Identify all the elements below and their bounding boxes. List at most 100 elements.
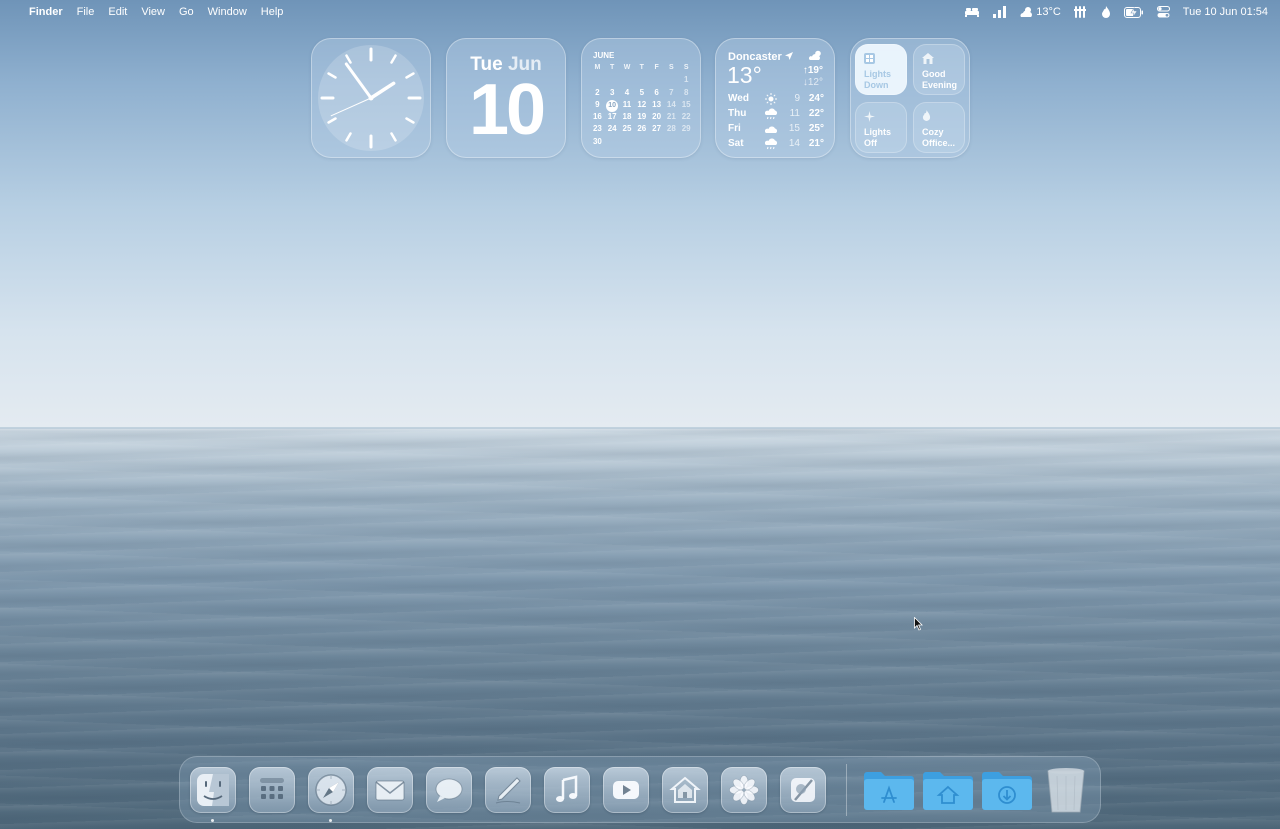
calendar-weekday-header: W <box>623 64 631 71</box>
running-indicator <box>211 819 214 822</box>
dock-home[interactable] <box>662 767 708 813</box>
forecast-low: 14 <box>788 138 800 149</box>
mouse-pointer-icon <box>914 616 924 636</box>
forecast-high: 21° <box>808 138 824 149</box>
messages-bubble-icon <box>435 778 463 802</box>
calendar-day: 7 <box>669 87 674 97</box>
analog-clock-face <box>318 45 424 151</box>
app-menu-finder[interactable]: Finder <box>29 6 63 18</box>
scene-icon <box>864 51 875 69</box>
calendar-blank-cell <box>605 74 620 86</box>
home-scenes-widget: Lights Down Good Evening Lights Off Cozy Off… <box>850 38 970 158</box>
dock-capture-app[interactable] <box>780 767 826 813</box>
menu-help[interactable]: Help <box>261 6 284 18</box>
weather-status-item[interactable]: 13°C <box>1019 4 1061 20</box>
weather-forecast-list: Wed 9 24° Thu 11 22° Fri 15 25° Sat 14 2… <box>728 91 824 151</box>
calendar-day: 12 <box>637 99 647 109</box>
scene-tile-good-evening[interactable]: Good Evening <box>913 44 965 95</box>
calendar-weekday-header: T <box>639 64 644 71</box>
home-folder-icon <box>923 772 973 810</box>
calendar-day: 24 <box>607 124 617 134</box>
scene-label: Good Evening <box>922 69 958 90</box>
horizon-line <box>0 427 1280 429</box>
control-center-icon[interactable] <box>1156 4 1170 20</box>
dock-freeform[interactable] <box>485 767 531 813</box>
flame-icon <box>922 109 931 127</box>
calendar-weekday-header: F <box>654 64 659 71</box>
calendar-grid: M T W T F S S 1 2 3 4 5 6 7 8 9 10 11 12 13 14 15 16 17 18 19 20 21… <box>590 62 694 148</box>
weather-high-value: 19° <box>807 65 823 76</box>
calendar-day: 21 <box>666 112 676 122</box>
dock-finder[interactable] <box>190 767 236 813</box>
weather-current-temp: 13° <box>727 62 762 88</box>
menu-clock[interactable]: Tue 10 Jun 01:54 <box>1183 6 1268 18</box>
dock-home-folder[interactable] <box>921 767 975 813</box>
dock-photos[interactable] <box>721 767 767 813</box>
scene-label: Cozy Office... <box>922 127 956 148</box>
applications-folder-icon <box>864 772 914 810</box>
dock-safari[interactable] <box>308 767 354 813</box>
scene-tile-lights-off[interactable]: Lights Off <box>855 102 907 153</box>
calendar-day: 28 <box>666 124 676 134</box>
weather-icon <box>1020 7 1033 17</box>
menu-view[interactable]: View <box>141 6 165 18</box>
rain-icon <box>760 138 782 150</box>
menu-go[interactable]: Go <box>179 6 194 18</box>
weather-low-value: 12° <box>807 77 823 88</box>
menu-window[interactable]: Window <box>208 6 247 18</box>
sun-icon <box>760 92 782 105</box>
trash-can-icon <box>1047 768 1085 813</box>
battery-charging-icon[interactable] <box>1123 4 1144 20</box>
dock-messages[interactable] <box>426 767 472 813</box>
flame-icon[interactable] <box>1101 4 1111 20</box>
clock-widget[interactable] <box>311 38 431 158</box>
partly-cloudy-icon <box>809 50 821 60</box>
calendar-day: 13 <box>652 99 662 109</box>
calendar-day: 30 <box>592 136 602 146</box>
scene-label: Lights Off <box>864 127 891 148</box>
location-arrow-icon <box>784 52 793 60</box>
launchpad-grid-icon <box>260 778 284 799</box>
weather-widget[interactable]: Doncaster 13° ↑19° ↓12° Wed 9 24° Thu 11… <box>715 38 835 158</box>
dock-downloads-folder[interactable] <box>980 767 1034 813</box>
calendar-day: 23 <box>592 124 602 134</box>
calendar-day: 3 <box>609 87 615 97</box>
calendar-day-today: 10 <box>605 99 620 112</box>
calendar-blank-cell <box>634 74 649 86</box>
forecast-row: Sat 14 21° <box>728 136 824 151</box>
forecast-low: 15 <box>788 123 800 134</box>
cloud-icon <box>760 124 782 134</box>
calendar-blank-cell <box>620 74 635 86</box>
music-note-icon <box>556 775 578 802</box>
bed-icon[interactable] <box>964 4 980 20</box>
forecast-high: 24° <box>808 93 824 104</box>
rain-icon <box>760 108 782 120</box>
calendar-day: 26 <box>637 124 647 134</box>
scene-label: Lights Down <box>864 69 891 90</box>
scene-tile-cozy-office[interactable]: Cozy Office... <box>913 102 965 153</box>
dock-youtube[interactable] <box>603 767 649 813</box>
dock-mail[interactable] <box>367 767 413 813</box>
forecast-day: Fri <box>728 123 741 134</box>
forecast-low: 11 <box>789 108 800 119</box>
dock-music[interactable] <box>544 767 590 813</box>
dock-launchpad[interactable] <box>249 767 295 813</box>
fork-knife-icon[interactable] <box>1073 4 1088 20</box>
menu-file[interactable]: File <box>77 6 95 18</box>
calendar-widget[interactable]: JUNE M T W T F S S 1 2 3 4 5 6 7 8 9 10 11 12 13 14 15 16 17 18 1… <box>581 38 701 158</box>
dock <box>179 756 1101 823</box>
safari-compass-icon <box>315 774 347 806</box>
calendar-weekday-header: T <box>610 64 615 71</box>
menu-edit[interactable]: Edit <box>108 6 127 18</box>
calendar-day: 27 <box>652 124 662 134</box>
cellular-signal-icon[interactable] <box>993 4 1007 20</box>
calendar-weekday-header: S <box>669 64 674 71</box>
date-widget[interactable]: Tue Jun 10 <box>446 38 566 158</box>
dock-applications-folder[interactable] <box>862 767 916 813</box>
forecast-row: Wed 9 24° <box>728 91 824 106</box>
dock-trash[interactable] <box>1041 767 1091 813</box>
sparkle-icon <box>864 109 875 127</box>
finder-icon <box>197 774 229 806</box>
capture-app-icon <box>791 778 815 802</box>
scene-tile-lights-down[interactable]: Lights Down <box>855 44 907 95</box>
